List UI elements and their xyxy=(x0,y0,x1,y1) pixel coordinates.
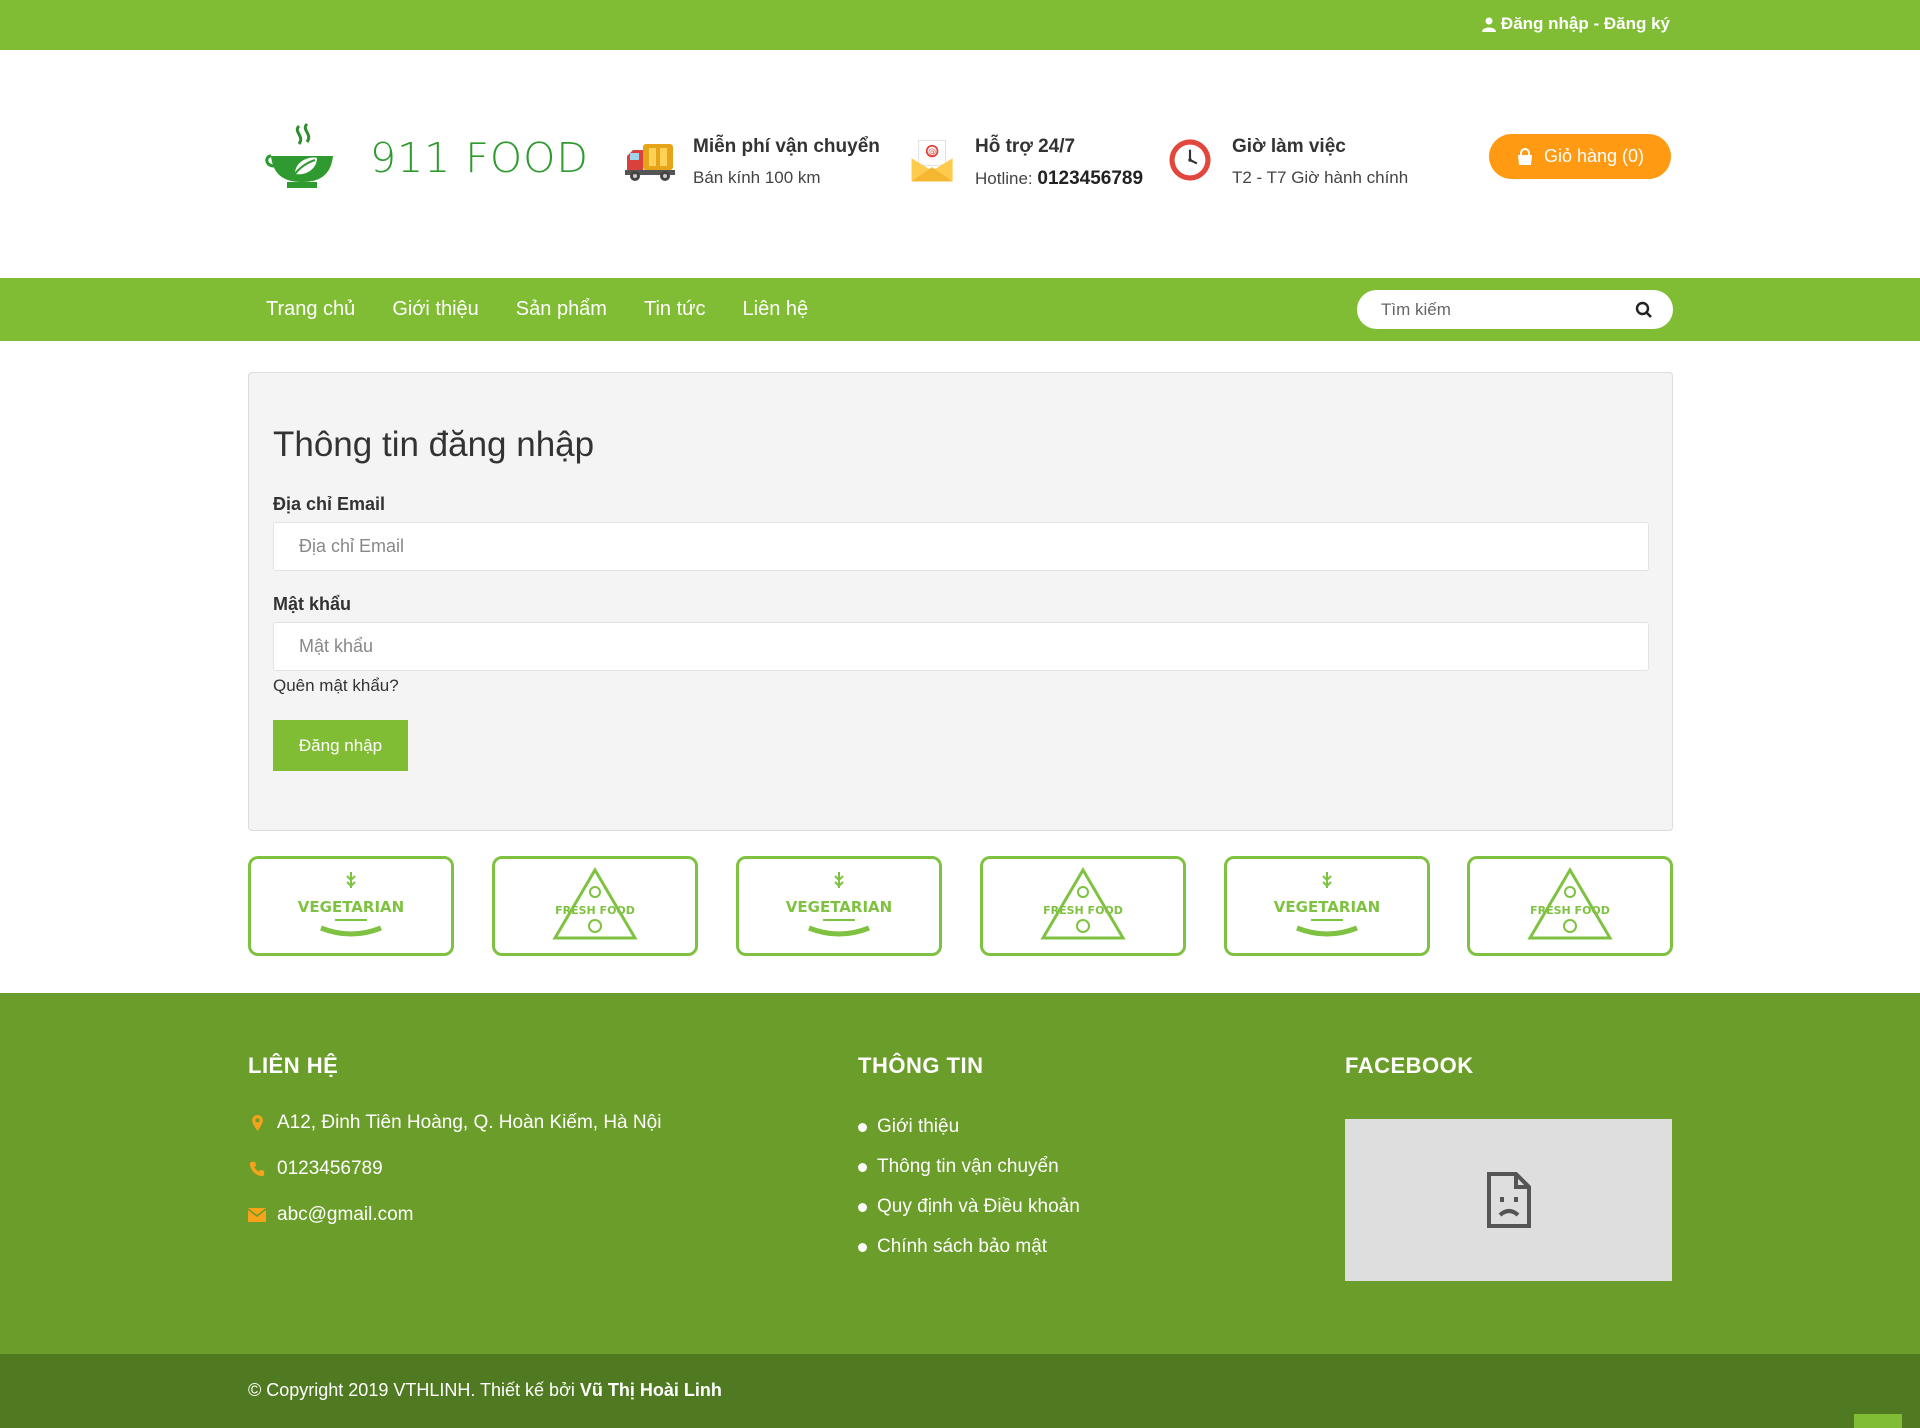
soup-bowl-logo-icon xyxy=(265,122,333,188)
email-field[interactable] xyxy=(274,523,1648,570)
info-subtitle: Bán kính 100 km xyxy=(693,168,821,187)
nav-menu: Trang chủ Giới thiệu Sản phẩm Tin tức Li… xyxy=(266,278,845,341)
map-marker-icon xyxy=(248,1114,266,1132)
search-icon[interactable] xyxy=(1635,301,1653,319)
contact-email: abc@gmail.com xyxy=(248,1204,414,1226)
hotline-text: Hotline: 0123456789 xyxy=(975,168,1143,190)
vegetarian-badge-icon: VEGETARIAN xyxy=(298,872,404,937)
copyright-bar: © Copyright 2019 VTHLINH. Thiết kế bởi V… xyxy=(0,1354,1920,1428)
cart-label: Giỏ hàng (0) xyxy=(1543,146,1645,166)
footer-info-links: Giới thiệu Thông tin vận chuyển Quy định… xyxy=(858,1111,1088,1271)
facebook-embed-placeholder xyxy=(1345,1119,1672,1281)
fresh-food-badge-icon: FRESH FOOD xyxy=(1527,867,1613,940)
brand-name: VEGETARIAN xyxy=(1274,898,1380,916)
nav-item-about[interactable]: Giới thiệu xyxy=(392,298,478,321)
working-hours-suffix: Giờ hành chính xyxy=(1286,168,1409,187)
logo-text: 911 FOOD xyxy=(370,133,589,182)
footer-link-privacy[interactable]: Chính sách bảo mật xyxy=(858,1231,1088,1263)
brand-name: FRESH FOOD xyxy=(1530,904,1610,917)
working-days: T2 - T7 xyxy=(1232,168,1287,187)
login-register-link[interactable]: Đăng nhập - Đăng ký xyxy=(1481,14,1670,34)
footer-link-terms[interactable]: Quy định và Điều khoản xyxy=(858,1191,1088,1223)
fresh-food-badge-icon: FRESH FOOD xyxy=(552,867,638,940)
brand-logo-vegetarian[interactable]: VEGETARIAN xyxy=(248,856,454,956)
hotline-number[interactable]: 0123456789 xyxy=(1037,168,1143,189)
site-logo[interactable]: 911 FOOD xyxy=(265,120,589,195)
info-title: Miễn phí vận chuyển xyxy=(693,136,880,157)
working-hours-info: Giờ làm việc T2 - T7 Giờ hành chính xyxy=(1162,132,1408,188)
delivery-truck-icon xyxy=(623,132,679,188)
search-input[interactable] xyxy=(1381,290,1621,329)
envelope-icon xyxy=(248,1206,266,1224)
info-title: Giờ làm việc xyxy=(1232,136,1346,157)
broken-page-icon xyxy=(1486,1172,1531,1228)
footer-facebook-title: FACEBOOK xyxy=(1345,1053,1474,1078)
login-register-label: Đăng nhập - Đăng ký xyxy=(1500,14,1670,33)
user-icon xyxy=(1481,17,1496,32)
search-box xyxy=(1357,290,1673,329)
brand-logo-vegetarian[interactable]: VEGETARIAN xyxy=(1224,856,1430,956)
back-to-top-button[interactable] xyxy=(1854,1414,1902,1428)
password-field[interactable] xyxy=(274,623,1648,670)
login-panel: Thông tin đăng nhập Địa chỉ Email Mật kh… xyxy=(248,372,1673,831)
cart-button[interactable]: Giỏ hàng (0) xyxy=(1489,134,1671,179)
svg-text:@: @ xyxy=(928,147,936,156)
vegetarian-badge-icon: VEGETARIAN xyxy=(786,872,892,937)
brand-name: VEGETARIAN xyxy=(786,898,892,916)
password-label: Mật khẩu xyxy=(273,594,352,614)
copyright-prefix: © Copyright 2019 VTHLINH. Thiết kế bởi xyxy=(248,1380,580,1400)
brand-name: VEGETARIAN xyxy=(298,898,404,916)
footer-info-title: THÔNG TIN xyxy=(858,1053,984,1078)
info-title: Hỗ trợ 24/7 xyxy=(975,136,1076,157)
nav-item-home[interactable]: Trang chủ xyxy=(266,298,355,321)
working-hours-text: T2 - T7 Giờ hành chính xyxy=(1232,168,1408,188)
support-info: @ Hỗ trợ 24/7 Hotline: 0123456789 xyxy=(905,132,1143,190)
footer-contact-title: LIÊN HỆ xyxy=(248,1053,339,1078)
brand-logo-fresh-food[interactable]: FRESH FOOD xyxy=(980,856,1186,956)
phone-icon xyxy=(248,1160,266,1178)
brand-logo-vegetarian[interactable]: VEGETARIAN xyxy=(736,856,942,956)
nav-item-products[interactable]: Sản phẩm xyxy=(516,298,607,321)
email-text[interactable]: abc@gmail.com xyxy=(277,1204,414,1226)
site-footer: LIÊN HỆ A12, Đinh Tiên Hoàng, Q. Hoàn Ki… xyxy=(0,993,1920,1354)
login-button[interactable]: Đăng nhập xyxy=(273,720,408,771)
clock-icon xyxy=(1162,132,1218,188)
brand-name: FRESH FOOD xyxy=(1043,904,1123,917)
brand-logos: VEGETARIAN FRESH FOOD VEGETARIAN FRESH F… xyxy=(248,856,1673,956)
copyright-author: Vũ Thị Hoài Linh xyxy=(579,1380,722,1400)
shopping-bag-icon xyxy=(1517,147,1532,165)
site-header: 911 FOOD Miễn phí vận chuyển Bán kính 10… xyxy=(0,50,1920,278)
brand-logo-fresh-food[interactable]: FRESH FOOD xyxy=(1467,856,1673,956)
footer-link-about[interactable]: Giới thiệu xyxy=(858,1111,1088,1143)
email-label: Địa chỉ Email xyxy=(273,494,386,514)
email-envelope-icon: @ xyxy=(905,132,961,188)
brand-name: FRESH FOOD xyxy=(555,904,635,917)
forgot-password-link[interactable]: Quên mật khẩu? xyxy=(273,676,399,696)
email-field-wrapper xyxy=(273,522,1649,571)
contact-address: A12, Đinh Tiên Hoàng, Q. Hoàn Kiếm, Hà N… xyxy=(248,1112,661,1134)
phone-text[interactable]: 0123456789 xyxy=(277,1158,383,1180)
nav-item-news[interactable]: Tin tức xyxy=(644,298,706,321)
login-heading: Thông tin đăng nhập xyxy=(273,425,595,464)
fresh-food-badge-icon: FRESH FOOD xyxy=(1040,867,1126,940)
free-shipping-info: Miễn phí vận chuyển Bán kính 100 km xyxy=(623,132,880,188)
nav-item-contact[interactable]: Liên hệ xyxy=(743,298,809,321)
brand-logo-fresh-food[interactable]: FRESH FOOD xyxy=(492,856,698,956)
copyright-text: © Copyright 2019 VTHLINH. Thiết kế bởi V… xyxy=(248,1380,722,1401)
vegetarian-badge-icon: VEGETARIAN xyxy=(1274,872,1380,937)
password-field-wrapper xyxy=(273,622,1649,671)
address-text: A12, Đinh Tiên Hoàng, Q. Hoàn Kiếm, Hà N… xyxy=(277,1112,662,1133)
top-bar: Đăng nhập - Đăng ký xyxy=(0,0,1920,50)
contact-phone: 0123456789 xyxy=(248,1158,383,1180)
footer-link-shipping[interactable]: Thông tin vận chuyển xyxy=(858,1151,1088,1183)
main-nav: Trang chủ Giới thiệu Sản phẩm Tin tức Li… xyxy=(0,278,1920,341)
hotline-label: Hotline: xyxy=(975,169,1038,188)
